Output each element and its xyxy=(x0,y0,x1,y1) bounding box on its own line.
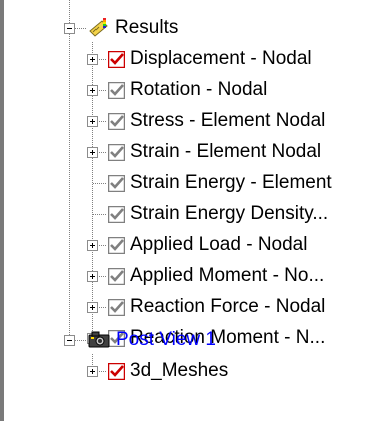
post-view-label: Post View 1 xyxy=(116,329,216,350)
tree-expand-toggle[interactable] xyxy=(87,366,98,377)
checkbox-icon[interactable] xyxy=(108,174,125,192)
tree-expand-toggle[interactable] xyxy=(87,147,98,158)
results-icon xyxy=(89,18,108,37)
tree-node-result-item[interactable]: Strain - Element Nodal xyxy=(108,136,321,168)
tree-node-result-item[interactable]: Strain Energy Density... xyxy=(108,198,328,230)
tree-node-label: Strain Energy Density... xyxy=(130,203,329,224)
tree-node-label: Applied Load - Nodal xyxy=(130,234,308,255)
tree-expand-toggle[interactable] xyxy=(87,271,98,282)
checkbox-icon[interactable] xyxy=(108,298,125,316)
tree-node-label: Applied Moment - No... xyxy=(130,265,325,286)
tree-node-results[interactable]: Results xyxy=(88,12,178,44)
tree-expand-toggle[interactable] xyxy=(87,240,98,251)
checkbox-icon[interactable] xyxy=(108,267,125,285)
camera-icon xyxy=(88,331,110,348)
tree-node-label: 3d_Meshes xyxy=(130,360,229,381)
tree-node-result-item[interactable]: Applied Moment - No... xyxy=(108,260,324,292)
results-collapse-toggle[interactable] xyxy=(64,23,75,34)
tree-node-label: Displacement - Nodal xyxy=(130,48,312,69)
tree-node-label: Strain Energy - Element xyxy=(130,172,332,193)
tree-node-post-view[interactable]: Post View 1 xyxy=(88,324,216,356)
checkbox-icon[interactable] xyxy=(108,50,125,68)
results-label: Results xyxy=(115,17,179,38)
tree-node-result-item[interactable]: Reaction Force - Nodal xyxy=(108,291,325,323)
checkbox-icon[interactable] xyxy=(108,112,125,130)
tree-node-label: Reaction Force - Nodal xyxy=(130,296,326,317)
tree-expand-toggle[interactable] xyxy=(87,116,98,127)
tree-node-result-item[interactable]: Applied Load - Nodal xyxy=(108,229,307,261)
panel-left-border xyxy=(0,0,4,421)
tree-node-label: Stress - Element Nodal xyxy=(130,110,326,131)
tree-expand-toggle[interactable] xyxy=(87,302,98,313)
checkbox-icon[interactable] xyxy=(108,81,125,99)
tree-expand-toggle[interactable] xyxy=(87,54,98,65)
checkbox-icon[interactable] xyxy=(108,236,125,254)
checkbox-icon[interactable] xyxy=(108,205,125,223)
tree-expand-toggle[interactable] xyxy=(87,85,98,96)
tree-node-result-item[interactable]: Displacement - Nodal xyxy=(108,43,312,75)
tree-node-result-item[interactable]: 3d_Meshes xyxy=(108,355,228,387)
checkbox-icon[interactable] xyxy=(108,143,125,161)
tree-node-label: Strain - Element Nodal xyxy=(130,141,322,162)
tree-node-result-item[interactable]: Rotation - Nodal xyxy=(108,74,267,106)
tree-node-result-item[interactable]: Strain Energy - Element xyxy=(108,167,332,199)
tree-node-label: Rotation - Nodal xyxy=(130,79,268,100)
checkbox-icon[interactable] xyxy=(108,362,125,380)
post-view-collapse-toggle[interactable] xyxy=(64,335,75,346)
tree-node-result-item[interactable]: Stress - Element Nodal xyxy=(108,105,325,137)
